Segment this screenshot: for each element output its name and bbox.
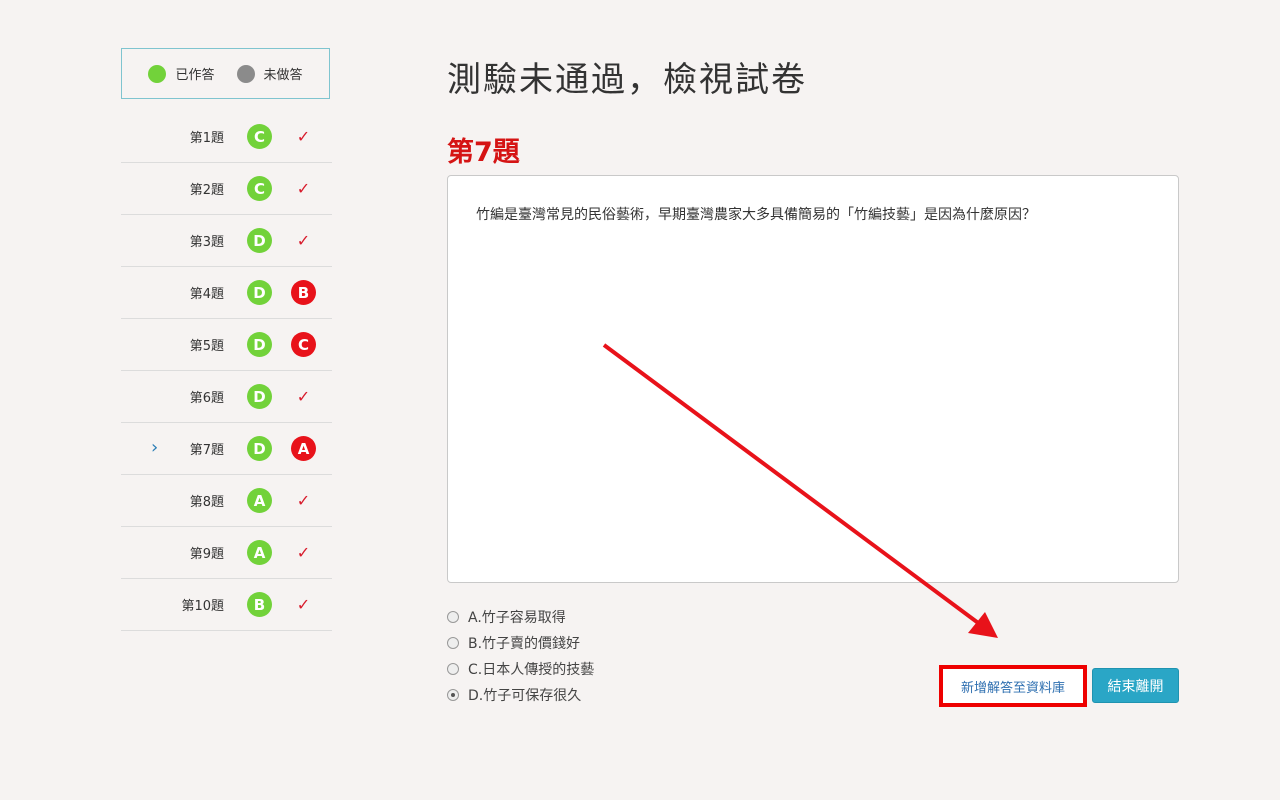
legend-answered: 已作答 (148, 64, 215, 83)
correct-check-icon: ✓ (296, 387, 311, 406)
question-label: 第1題 (189, 131, 224, 146)
legend-unanswered-label: 未做答 (263, 68, 303, 83)
option-label: B.竹子賣的價錢好 (468, 636, 581, 652)
legend: 已作答 未做答 (121, 48, 330, 99)
question-list-item[interactable]: 第3題 D ✓ (121, 215, 332, 267)
exit-button[interactable]: 結束離開 (1092, 668, 1179, 703)
question-list-item[interactable]: 第8題 A ✓ (121, 475, 332, 527)
radio-button[interactable] (447, 637, 459, 649)
question-label: 第3題 (189, 235, 224, 250)
legend-answered-label: 已作答 (175, 68, 215, 83)
user-answer-badge: D (247, 436, 272, 461)
correct-answer-badge: A (291, 436, 316, 461)
answer-option[interactable]: D.竹子可保存很久 (447, 682, 594, 708)
question-label: 第4題 (189, 287, 224, 302)
user-answer-badge: D (247, 280, 272, 305)
question-label: 第10題 (181, 599, 224, 614)
current-question-chevron-icon: › (151, 437, 159, 458)
answer-options: A.竹子容易取得 B.竹子賣的價錢好 C.日本人傳授的技藝 D.竹子可保存很久 (447, 604, 594, 708)
user-answer-badge: D (247, 384, 272, 409)
user-answer-badge: A (247, 488, 272, 513)
correct-check-icon: ✓ (296, 231, 311, 250)
question-label: 第9題 (189, 547, 224, 562)
question-list-item[interactable]: 第5題 D C (121, 319, 332, 371)
add-answer-to-database-button[interactable]: 新增解答至資料庫 (939, 665, 1087, 707)
question-list-item[interactable]: 第1題 C ✓ (121, 111, 332, 163)
question-label: 第6題 (189, 391, 224, 406)
correct-check-icon: ✓ (296, 179, 311, 198)
question-list-item[interactable]: 第9題 A ✓ (121, 527, 332, 579)
unanswered-dot-icon (236, 64, 255, 83)
arrow-head (968, 612, 998, 638)
question-list-item[interactable]: › 第7題 D A (121, 423, 332, 475)
correct-check-icon: ✓ (296, 491, 311, 510)
user-answer-badge: B (247, 592, 272, 617)
answer-option[interactable]: C.日本人傳授的技藝 (447, 656, 594, 682)
question-list-item[interactable]: 第4題 D B (121, 267, 332, 319)
user-answer-badge: D (247, 332, 272, 357)
question-label: 第7題 (189, 443, 224, 458)
radio-button[interactable] (447, 611, 459, 623)
radio-button[interactable] (447, 663, 459, 675)
question-list: 第1題 C ✓ 第2題 C ✓ 第3題 D ✓ 第4題 D B 第5題 D C 第6題 D ✓ › 第7題 D A 第8題 A… (121, 111, 332, 631)
correct-answer-badge: C (291, 332, 316, 357)
user-answer-badge: D (247, 228, 272, 253)
option-label: A.竹子容易取得 (468, 610, 566, 626)
question-number: 第7題 (447, 137, 520, 168)
correct-answer-badge: B (291, 280, 316, 305)
page-title: 測驗未通過，檢視試卷 (447, 60, 807, 100)
answer-option[interactable]: B.竹子賣的價錢好 (447, 630, 594, 656)
option-label: C.日本人傳授的技藝 (468, 662, 595, 678)
user-answer-badge: C (247, 124, 272, 149)
legend-unanswered: 未做答 (236, 64, 303, 83)
answer-option[interactable]: A.竹子容易取得 (447, 604, 594, 630)
answered-dot-icon (148, 64, 167, 83)
correct-check-icon: ✓ (296, 543, 311, 562)
question-label: 第5題 (189, 339, 224, 354)
user-answer-badge: A (247, 540, 272, 565)
user-answer-badge: C (247, 176, 272, 201)
question-list-item[interactable]: 第6題 D ✓ (121, 371, 332, 423)
question-text: 竹編是臺灣常見的民俗藝術，早期臺灣農家大多具備簡易的「竹編技藝」是因為什麼原因？ (476, 207, 1036, 223)
question-list-item[interactable]: 第10題 B ✓ (121, 579, 332, 631)
question-list-item[interactable]: 第2題 C ✓ (121, 163, 332, 215)
question-label: 第2題 (189, 183, 224, 198)
correct-check-icon: ✓ (296, 127, 311, 146)
correct-check-icon: ✓ (296, 595, 311, 614)
option-label: D.竹子可保存很久 (468, 688, 582, 704)
question-box: 竹編是臺灣常見的民俗藝術，早期臺灣農家大多具備簡易的「竹編技藝」是因為什麼原因？ (447, 175, 1179, 583)
question-label: 第8題 (189, 495, 224, 510)
radio-button[interactable] (447, 689, 459, 701)
